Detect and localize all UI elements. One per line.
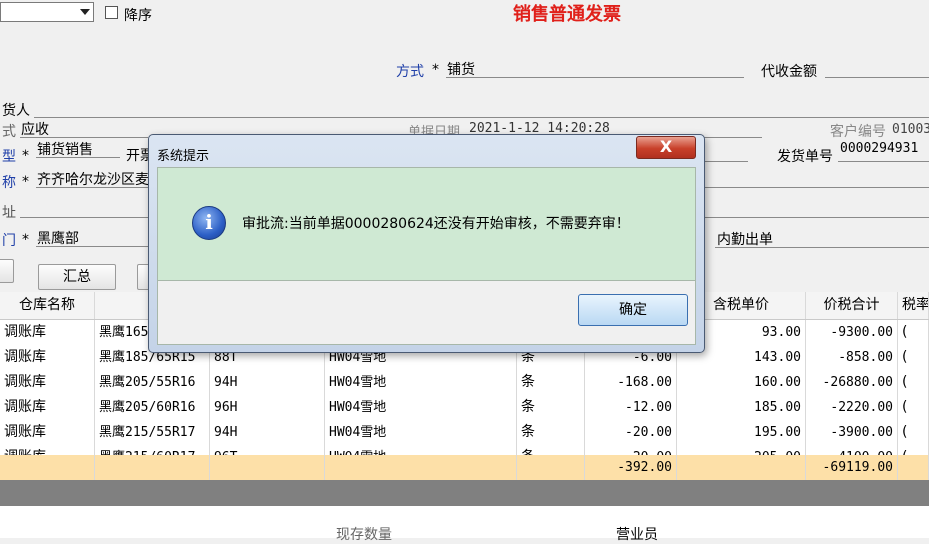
left-edge-button[interactable] — [0, 259, 14, 283]
customer-name-label: 称 — [2, 175, 16, 191]
cell-tax-rate[interactable]: ( — [898, 370, 929, 395]
collect-amount-label: 代收金额 — [761, 64, 817, 80]
info-icon: i — [192, 206, 226, 240]
sort-desc-checkbox[interactable] — [105, 6, 118, 19]
biz-type-field[interactable]: 铺货销售 — [37, 139, 93, 159]
cell-unit[interactable]: 条 — [517, 395, 585, 420]
cell-total[interactable]: -2220.00 — [806, 395, 898, 420]
cell-tax-rate[interactable]: ( — [898, 345, 929, 370]
customer-name-field[interactable]: 齐齐哈尔龙沙区麦 — [37, 169, 149, 189]
cell-tax-rate[interactable]: ( — [898, 320, 929, 345]
total-qty: -392.00 — [585, 455, 677, 480]
cell-warehouse[interactable]: 调账库 — [0, 320, 95, 345]
required-mark: * — [22, 148, 29, 164]
cell-spec[interactable]: 94H — [210, 420, 325, 445]
cell-unit-price[interactable]: 160.00 — [677, 370, 806, 395]
cell-warehouse[interactable]: 调账库 — [0, 370, 95, 395]
required-mark: * — [432, 62, 439, 78]
dialog-footer: 确定 — [157, 281, 696, 345]
pay-type-field[interactable]: 应收 — [21, 119, 49, 139]
cell-qty[interactable]: -12.00 — [585, 395, 677, 420]
cell-unit[interactable]: 条 — [517, 420, 585, 445]
shipper-label: 货人 — [2, 103, 30, 119]
dialog-body: i 审批流:当前单据0000280624还没有开始审核，不需要弃审！ — [157, 167, 696, 281]
cell-pattern[interactable]: HW04雪地 — [325, 420, 517, 445]
shipper-field[interactable] — [34, 117, 929, 118]
cell-total[interactable]: -858.00 — [806, 345, 898, 370]
table-row[interactable]: 调账库 黑鹰205/55R16 94H HW04雪地条 -168.00 160.00 -26… — [0, 370, 929, 396]
sort-field-dropdown[interactable] — [0, 2, 94, 22]
salesperson-label: 营业员 — [616, 527, 658, 543]
remark-field[interactable]: 内勤出单 — [717, 229, 773, 249]
address-label: 址 — [2, 205, 16, 221]
ok-button[interactable]: 确定 — [578, 294, 688, 326]
cell-warehouse[interactable]: 调账库 — [0, 395, 95, 420]
summary-button[interactable]: 汇总 — [38, 264, 116, 290]
col-warehouse[interactable]: 仓库名称 — [0, 292, 95, 319]
cell-qty[interactable]: -168.00 — [585, 370, 677, 395]
cell-unit[interactable]: 条 — [517, 370, 585, 395]
sort-desc-label: 降序 — [124, 8, 152, 24]
table-row[interactable]: 调账库 黑鹰205/60R16 96H HW04雪地条 -12.00 185.00 -222… — [0, 395, 929, 421]
dept-label: 门 — [2, 233, 16, 249]
chevron-down-icon — [80, 9, 90, 15]
stock-qty-label: 现存数量 — [336, 527, 392, 543]
col-tax-rate[interactable]: 税率 — [898, 292, 929, 319]
cell-pattern[interactable]: HW04雪地 — [325, 395, 517, 420]
dialog-message: 审批流:当前单据0000280624还没有开始审核，不需要弃审！ — [242, 216, 630, 232]
required-mark: * — [22, 232, 29, 248]
cell-total[interactable]: -26880.00 — [806, 370, 898, 395]
dialog-title: 系统提示 — [157, 149, 210, 164]
page-title: 销售普通发票 — [513, 4, 621, 25]
cell-tax-rate[interactable]: ( — [898, 395, 929, 420]
cell-tax-rate[interactable]: ( — [898, 420, 929, 445]
cell-spec[interactable]: 94H — [210, 370, 325, 395]
cell-item[interactable]: 黑鹰205/55R16 — [95, 370, 210, 395]
cell-warehouse[interactable]: 调账库 — [0, 420, 95, 445]
totals-row: -392.00 -69119.00 — [0, 455, 929, 481]
total-amount: -69119.00 — [806, 455, 898, 480]
pay-type-label: 式 — [2, 124, 16, 140]
cell-item[interactable]: 黑鹰215/55R17 — [95, 420, 210, 445]
grid-scrollbar[interactable] — [0, 480, 929, 506]
cell-total[interactable]: -3900.00 — [806, 420, 898, 445]
cell-total[interactable]: -9300.00 — [806, 320, 898, 345]
biz-type-label: 型 — [2, 149, 16, 165]
close-icon: X — [659, 137, 673, 156]
dialog-close-button[interactable]: X — [636, 136, 696, 159]
method-label: 方式 — [396, 64, 424, 80]
cell-unit-price[interactable]: 185.00 — [677, 395, 806, 420]
ship-no-value[interactable]: 0000294931 — [840, 141, 918, 156]
system-prompt-dialog: 系统提示 X i 审批流:当前单据0000280624还没有开始审核，不需要弃审… — [148, 134, 705, 353]
cell-item[interactable]: 黑鹰205/60R16 — [95, 395, 210, 420]
required-mark: * — [22, 174, 29, 190]
collect-amount-field[interactable] — [825, 77, 929, 78]
ship-no-label: 发货单号 — [777, 149, 833, 165]
cell-spec[interactable]: 96H — [210, 395, 325, 420]
customer-no-value: 01003 — [892, 122, 929, 137]
col-total[interactable]: 价税合计 — [806, 292, 898, 319]
table-row[interactable]: 调账库 黑鹰215/55R17 94H HW04雪地条 -20.00 195.00 -390… — [0, 420, 929, 446]
cell-warehouse[interactable]: 调账库 — [0, 345, 95, 370]
method-field[interactable]: 铺货 — [447, 59, 475, 79]
dept-field[interactable]: 黑鹰部 — [37, 228, 79, 248]
customer-no-label: 客户编号 — [830, 124, 886, 140]
cell-qty[interactable]: -20.00 — [585, 420, 677, 445]
cell-pattern[interactable]: HW04雪地 — [325, 370, 517, 395]
cell-unit-price[interactable]: 195.00 — [677, 420, 806, 445]
